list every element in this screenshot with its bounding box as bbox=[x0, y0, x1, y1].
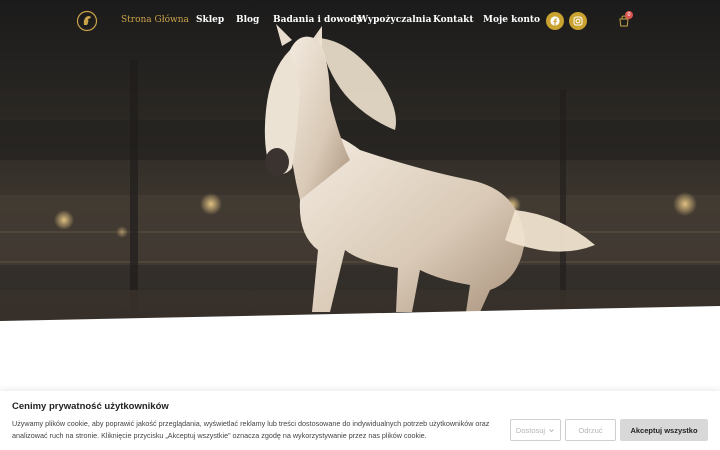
nav-item-account[interactable]: Moje konto bbox=[483, 15, 540, 25]
customize-label: Dostosuj bbox=[515, 425, 546, 435]
instagram-icon bbox=[573, 16, 583, 26]
hero-horse-image bbox=[0, 24, 720, 322]
main-navigation: Strona Główna Sklep Blog Badania i dowod… bbox=[0, 0, 720, 42]
hero-section bbox=[0, 0, 720, 322]
nav-item-home[interactable]: Strona Główna bbox=[121, 15, 189, 25]
cart-count-badge: 0 bbox=[625, 11, 633, 19]
facebook-button[interactable] bbox=[546, 12, 564, 30]
reject-cookies-button[interactable]: Odrzuć bbox=[565, 419, 616, 441]
nav-item-rental[interactable]: Wypożyczalnia bbox=[358, 15, 431, 25]
cookie-title: Cenimy prywatność użytkowników bbox=[12, 401, 169, 412]
customize-cookies-button[interactable]: Dostosuj bbox=[510, 419, 561, 441]
nav-item-shop[interactable]: Sklep bbox=[196, 15, 224, 25]
accept-all-cookies-button[interactable]: Akceptuj wszystko bbox=[620, 419, 708, 441]
nav-item-blog[interactable]: Blog bbox=[236, 15, 259, 25]
horse-logo-icon[interactable] bbox=[76, 10, 98, 32]
cookie-consent-banner: Cenimy prywatność użytkowników Używamy p… bbox=[0, 391, 720, 450]
facebook-icon bbox=[550, 16, 560, 26]
nav-item-contact[interactable]: Kontakt bbox=[433, 15, 474, 25]
nav-item-research[interactable]: Badania i dowody bbox=[273, 15, 362, 25]
instagram-button[interactable] bbox=[569, 12, 587, 30]
cookie-description: Używamy plików cookie, aby poprawić jako… bbox=[12, 419, 490, 440]
chevron-down-icon bbox=[549, 428, 554, 432]
